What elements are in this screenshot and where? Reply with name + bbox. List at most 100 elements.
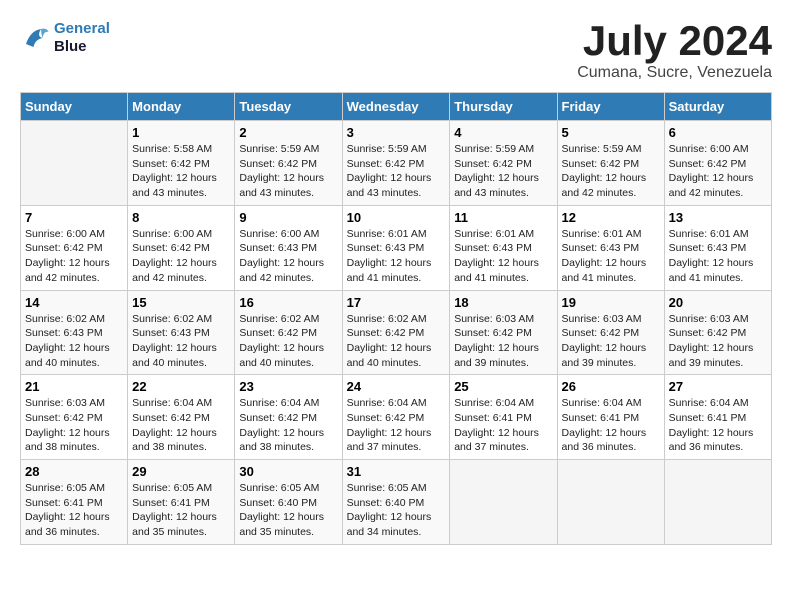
calendar-cell: 18 Sunrise: 6:03 AMSunset: 6:42 PMDaylig…: [450, 290, 557, 375]
calendar-header-row: SundayMondayTuesdayWednesdayThursdayFrid…: [21, 93, 772, 121]
col-header-wednesday: Wednesday: [342, 93, 450, 121]
day-number: 30: [239, 464, 337, 479]
day-number: 12: [562, 210, 660, 225]
cell-info: Sunrise: 6:00 AMSunset: 6:42 PMDaylight:…: [132, 227, 230, 286]
cell-info: Sunrise: 6:02 AMSunset: 6:43 PMDaylight:…: [132, 312, 230, 371]
cell-info: Sunrise: 6:01 AMSunset: 6:43 PMDaylight:…: [562, 227, 660, 286]
col-header-saturday: Saturday: [664, 93, 771, 121]
calendar-cell: 28 Sunrise: 6:05 AMSunset: 6:41 PMDaylig…: [21, 460, 128, 545]
day-number: 8: [132, 210, 230, 225]
day-number: 27: [669, 379, 767, 394]
day-number: 20: [669, 295, 767, 310]
cell-info: Sunrise: 5:58 AMSunset: 6:42 PMDaylight:…: [132, 142, 230, 201]
cell-info: Sunrise: 6:04 AMSunset: 6:42 PMDaylight:…: [347, 396, 446, 455]
cell-info: Sunrise: 6:05 AMSunset: 6:40 PMDaylight:…: [347, 481, 446, 540]
calendar-cell: 6 Sunrise: 6:00 AMSunset: 6:42 PMDayligh…: [664, 121, 771, 206]
calendar-cell: 29 Sunrise: 6:05 AMSunset: 6:41 PMDaylig…: [128, 460, 235, 545]
cell-info: Sunrise: 6:00 AMSunset: 6:42 PMDaylight:…: [25, 227, 123, 286]
calendar-cell: 7 Sunrise: 6:00 AMSunset: 6:42 PMDayligh…: [21, 205, 128, 290]
day-number: 22: [132, 379, 230, 394]
calendar-cell: 13 Sunrise: 6:01 AMSunset: 6:43 PMDaylig…: [664, 205, 771, 290]
cell-info: Sunrise: 6:05 AMSunset: 6:41 PMDaylight:…: [25, 481, 123, 540]
day-number: 3: [347, 125, 446, 140]
calendar-cell: 2 Sunrise: 5:59 AMSunset: 6:42 PMDayligh…: [235, 121, 342, 206]
col-header-sunday: Sunday: [21, 93, 128, 121]
cell-info: Sunrise: 5:59 AMSunset: 6:42 PMDaylight:…: [454, 142, 552, 201]
day-number: 4: [454, 125, 552, 140]
week-row-3: 14 Sunrise: 6:02 AMSunset: 6:43 PMDaylig…: [21, 290, 772, 375]
day-number: 11: [454, 210, 552, 225]
cell-info: Sunrise: 6:01 AMSunset: 6:43 PMDaylight:…: [454, 227, 552, 286]
day-number: 7: [25, 210, 123, 225]
calendar-cell: 11 Sunrise: 6:01 AMSunset: 6:43 PMDaylig…: [450, 205, 557, 290]
calendar-cell: 27 Sunrise: 6:04 AMSunset: 6:41 PMDaylig…: [664, 375, 771, 460]
col-header-friday: Friday: [557, 93, 664, 121]
cell-info: Sunrise: 6:03 AMSunset: 6:42 PMDaylight:…: [669, 312, 767, 371]
calendar-cell: 24 Sunrise: 6:04 AMSunset: 6:42 PMDaylig…: [342, 375, 450, 460]
day-number: 18: [454, 295, 552, 310]
cell-info: Sunrise: 6:05 AMSunset: 6:40 PMDaylight:…: [239, 481, 337, 540]
cell-info: Sunrise: 6:04 AMSunset: 6:41 PMDaylight:…: [669, 396, 767, 455]
calendar-cell: 25 Sunrise: 6:04 AMSunset: 6:41 PMDaylig…: [450, 375, 557, 460]
calendar-cell: 15 Sunrise: 6:02 AMSunset: 6:43 PMDaylig…: [128, 290, 235, 375]
day-number: 25: [454, 379, 552, 394]
week-row-2: 7 Sunrise: 6:00 AMSunset: 6:42 PMDayligh…: [21, 205, 772, 290]
location: Cumana, Sucre, Venezuela: [577, 64, 772, 82]
cell-info: Sunrise: 6:03 AMSunset: 6:42 PMDaylight:…: [25, 396, 123, 455]
cell-info: Sunrise: 5:59 AMSunset: 6:42 PMDaylight:…: [347, 142, 446, 201]
week-row-1: 1 Sunrise: 5:58 AMSunset: 6:42 PMDayligh…: [21, 121, 772, 206]
calendar-cell: 4 Sunrise: 5:59 AMSunset: 6:42 PMDayligh…: [450, 121, 557, 206]
day-number: 26: [562, 379, 660, 394]
calendar-cell: 26 Sunrise: 6:04 AMSunset: 6:41 PMDaylig…: [557, 375, 664, 460]
calendar-cell: 10 Sunrise: 6:01 AMSunset: 6:43 PMDaylig…: [342, 205, 450, 290]
cell-info: Sunrise: 6:01 AMSunset: 6:43 PMDaylight:…: [669, 227, 767, 286]
calendar-cell: 9 Sunrise: 6:00 AMSunset: 6:43 PMDayligh…: [235, 205, 342, 290]
calendar-cell: 14 Sunrise: 6:02 AMSunset: 6:43 PMDaylig…: [21, 290, 128, 375]
day-number: 21: [25, 379, 123, 394]
day-number: 9: [239, 210, 337, 225]
calendar-cell: 3 Sunrise: 5:59 AMSunset: 6:42 PMDayligh…: [342, 121, 450, 206]
cell-info: Sunrise: 5:59 AMSunset: 6:42 PMDaylight:…: [562, 142, 660, 201]
calendar-table: SundayMondayTuesdayWednesdayThursdayFrid…: [20, 92, 772, 545]
logo-icon: [20, 23, 50, 53]
calendar-cell: [450, 460, 557, 545]
calendar-cell: [664, 460, 771, 545]
cell-info: Sunrise: 6:05 AMSunset: 6:41 PMDaylight:…: [132, 481, 230, 540]
calendar-cell: [557, 460, 664, 545]
page-header: General Blue July 2024 Cumana, Sucre, Ve…: [20, 20, 772, 82]
day-number: 24: [347, 379, 446, 394]
calendar-cell: 21 Sunrise: 6:03 AMSunset: 6:42 PMDaylig…: [21, 375, 128, 460]
calendar-cell: 19 Sunrise: 6:03 AMSunset: 6:42 PMDaylig…: [557, 290, 664, 375]
day-number: 1: [132, 125, 230, 140]
day-number: 14: [25, 295, 123, 310]
col-header-tuesday: Tuesday: [235, 93, 342, 121]
cell-info: Sunrise: 6:04 AMSunset: 6:41 PMDaylight:…: [562, 396, 660, 455]
cell-info: Sunrise: 6:00 AMSunset: 6:43 PMDaylight:…: [239, 227, 337, 286]
cell-info: Sunrise: 6:03 AMSunset: 6:42 PMDaylight:…: [562, 312, 660, 371]
calendar-cell: [21, 121, 128, 206]
cell-info: Sunrise: 5:59 AMSunset: 6:42 PMDaylight:…: [239, 142, 337, 201]
calendar-cell: 16 Sunrise: 6:02 AMSunset: 6:42 PMDaylig…: [235, 290, 342, 375]
cell-info: Sunrise: 6:03 AMSunset: 6:42 PMDaylight:…: [454, 312, 552, 371]
day-number: 23: [239, 379, 337, 394]
cell-info: Sunrise: 6:01 AMSunset: 6:43 PMDaylight:…: [347, 227, 446, 286]
day-number: 17: [347, 295, 446, 310]
calendar-cell: 23 Sunrise: 6:04 AMSunset: 6:42 PMDaylig…: [235, 375, 342, 460]
cell-info: Sunrise: 6:02 AMSunset: 6:42 PMDaylight:…: [239, 312, 337, 371]
week-row-5: 28 Sunrise: 6:05 AMSunset: 6:41 PMDaylig…: [21, 460, 772, 545]
calendar-cell: 5 Sunrise: 5:59 AMSunset: 6:42 PMDayligh…: [557, 121, 664, 206]
day-number: 15: [132, 295, 230, 310]
cell-info: Sunrise: 6:04 AMSunset: 6:42 PMDaylight:…: [239, 396, 337, 455]
logo: General Blue: [20, 20, 110, 56]
cell-info: Sunrise: 6:04 AMSunset: 6:41 PMDaylight:…: [454, 396, 552, 455]
cell-info: Sunrise: 6:02 AMSunset: 6:42 PMDaylight:…: [347, 312, 446, 371]
logo-text-general: General: [54, 20, 110, 37]
day-number: 31: [347, 464, 446, 479]
cell-info: Sunrise: 6:02 AMSunset: 6:43 PMDaylight:…: [25, 312, 123, 371]
day-number: 19: [562, 295, 660, 310]
calendar-cell: 30 Sunrise: 6:05 AMSunset: 6:40 PMDaylig…: [235, 460, 342, 545]
logo-text-blue: Blue: [54, 38, 87, 55]
week-row-4: 21 Sunrise: 6:03 AMSunset: 6:42 PMDaylig…: [21, 375, 772, 460]
calendar-cell: 8 Sunrise: 6:00 AMSunset: 6:42 PMDayligh…: [128, 205, 235, 290]
day-number: 10: [347, 210, 446, 225]
